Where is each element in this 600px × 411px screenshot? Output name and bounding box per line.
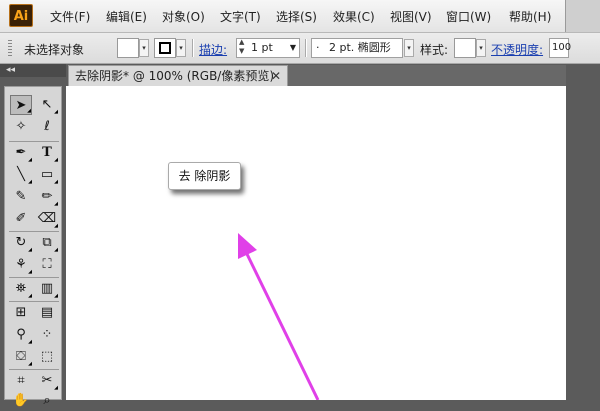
window-controls [565,0,600,32]
selection-tool-icon[interactable]: ➤ ◢ [10,95,32,115]
fill-dropdown[interactable]: ▾ [139,39,149,57]
blend-tool-icon[interactable]: ⁘ [36,325,58,345]
stepper-icon[interactable]: ▲ ▼ [239,38,244,56]
scale-tool-icon[interactable]: ⧉ ◢ [36,233,58,253]
rotate-tool-icon[interactable]: ↻ ◢ [10,233,32,253]
document-tab[interactable]: 去除阴影* @ 100% (RGB/像素预览) ✕ [68,65,288,86]
zoom-tool-icon[interactable]: ⌕ [36,391,58,411]
opacity-input[interactable]: 100 [549,38,572,58]
eyedropper-tool-icon[interactable]: ⚲ ◢ [10,325,32,345]
brush-select[interactable]: · 2 pt. 椭圆形 [311,38,403,58]
line-tool-icon[interactable]: ╲ ◢ [10,165,32,185]
direct-selection-tool-icon[interactable]: ↖ ◢ [36,95,58,115]
menu-file[interactable]: 文件(F) [50,8,90,25]
app-logo: Ai [9,4,33,27]
paintbrush-tool-icon[interactable]: ✎ [10,187,32,207]
style-swatch[interactable] [454,38,476,58]
menu-type[interactable]: 文字(T) [220,8,261,25]
brush-dot: · [316,41,320,54]
type-tool-icon[interactable]: T ◢ [36,143,58,163]
stroke-swatch[interactable] [154,38,176,58]
slice-tool-icon[interactable]: ✂ ◢ [36,371,58,391]
gradient-tool-icon[interactable]: ▤ [36,303,58,323]
menu-edit[interactable]: 编辑(E) [106,8,147,25]
separator [9,231,59,232]
opacity-link[interactable]: 不透明度: [491,41,543,58]
brush-value: 2 pt. 椭圆形 [329,41,391,54]
symbol-sprayer-tool-icon[interactable]: ⛯ ◢ [10,279,32,299]
menu-select[interactable]: 选择(S) [276,8,317,25]
artboard-tool-icon[interactable]: ⌗ [10,371,32,391]
stroke-weight-select[interactable]: ▲ ▼ 1 pt ▼ [236,38,300,58]
selection-status: 未选择对象 [24,43,85,57]
stroke-link[interactable]: 描边: [199,41,227,58]
warp-tool-icon[interactable]: ⚘ ◢ [10,255,32,275]
separator [192,39,194,57]
stroke-dropdown[interactable]: ▾ [176,39,186,57]
pencil-tool-icon[interactable]: ✏ ◢ [36,187,58,207]
tools-panel: ➤ ◢ ↖ ◢ ✧ ℓ ✒ ◢ T ◢ ╲ ◢ ▭ ◢ ✎ ✏ ◢ ✐ ⌫ ◢ ↻ ◢ ⧉ ◢ ⚘ ◢… [4,86,62,408]
canvas-gutter [566,64,600,400]
lasso-tool-icon[interactable]: ℓ [36,117,58,137]
brush-dropdown[interactable]: ▾ [404,39,414,57]
opacity-value: 100 [552,42,572,53]
menu-bar: Ai 文件(F) 编辑(E) 对象(O) 文字(T) 选择(S) 效果(C) 视… [0,0,600,33]
stroke-color-icon [159,42,171,54]
live-paint-bucket-tool-icon[interactable]: ⛋ ◢ [10,347,32,367]
pen-tool-icon[interactable]: ✒ ◢ [10,143,32,163]
magic-wand-tool-icon[interactable]: ✧ [10,117,32,137]
tab-strip [288,65,566,86]
close-icon[interactable]: ✕ [271,66,281,86]
artboard-canvas[interactable]: 去 除阴影 [66,86,566,400]
style-label: 样式: [420,43,449,57]
stroke-weight-value: 1 pt [251,41,273,54]
menu-help[interactable]: 帮助(H) [509,8,551,25]
separator [9,277,59,278]
collapse-icon: ◂◂ [6,65,16,75]
separator [9,301,59,302]
separator [9,141,59,142]
live-paint-selection-tool-icon[interactable]: ⬚ [36,347,58,367]
hand-tool-icon[interactable]: ✋ [10,391,32,411]
control-bar: 未选择对象 ▾ ▾ 描边: ▲ ▼ 1 pt ▼ · 2 pt. 椭圆形 ▾ 样式… [0,33,600,64]
column-graph-tool-icon[interactable]: ▥ ◢ [36,279,58,299]
tools-panel-header[interactable]: ◂◂ [0,64,66,77]
blob-brush-tool-icon[interactable]: ✐ [10,209,32,229]
pointer-arrow-annotation [238,233,320,400]
document-tab-title: 去除阴影* @ 100% (RGB/像素预览) [75,69,275,83]
separator [9,369,59,370]
menu-view[interactable]: 视图(V) [390,8,432,25]
arrow-shaft [244,251,320,400]
menu-object[interactable]: 对象(O) [162,8,205,25]
menu-effect[interactable]: 效果(C) [333,8,375,25]
panel-grip[interactable] [8,40,12,58]
eraser-tool-icon[interactable]: ⌫ ◢ [36,209,58,229]
mesh-tool-icon[interactable]: ⊞ [10,303,32,323]
free-transform-tool-icon[interactable]: ⛶ [36,255,58,275]
menu-window[interactable]: 窗口(W) [446,8,491,25]
chevron-down-icon: ▼ [289,43,296,52]
separator [305,39,307,57]
style-dropdown[interactable]: ▾ [476,39,486,57]
fill-swatch[interactable] [117,38,139,58]
rectangle-tool-icon[interactable]: ▭ ◢ [36,165,58,185]
